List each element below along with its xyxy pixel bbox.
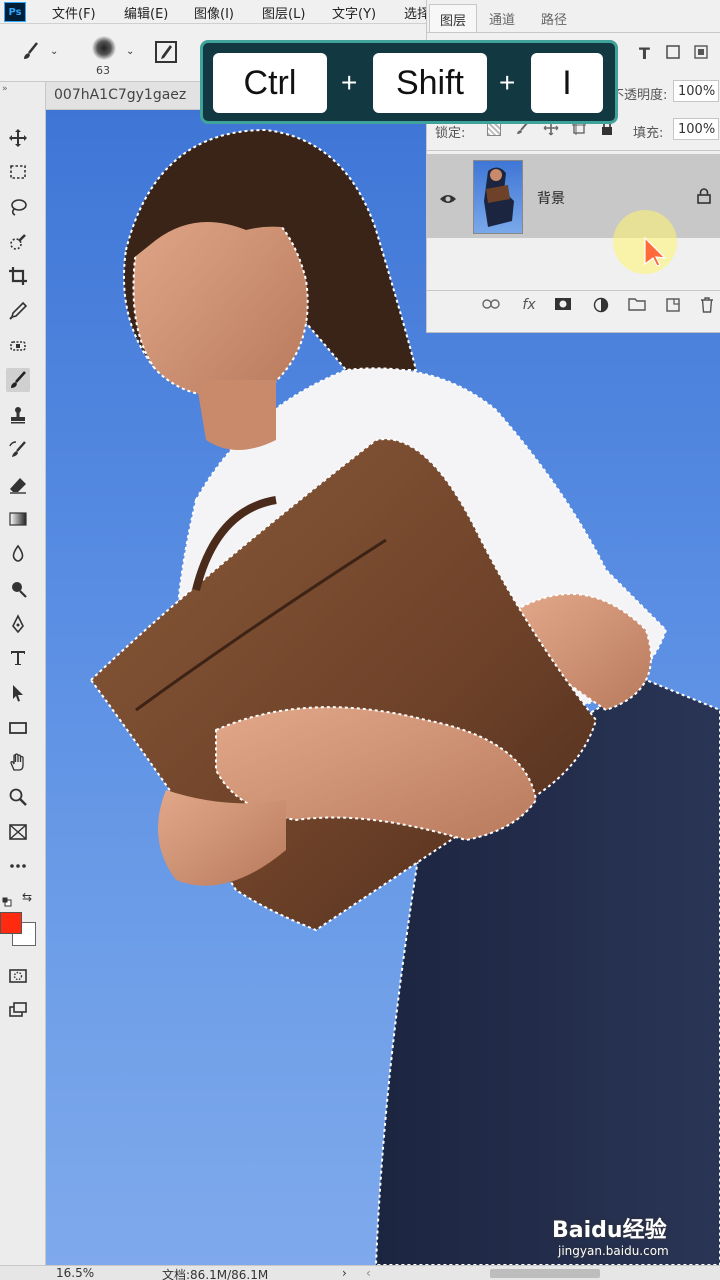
tools-panel: » ⇆ [0,82,46,1280]
layer-lock-icon [697,188,711,208]
foreground-color-swatch[interactable] [0,912,22,934]
hand-tool-icon[interactable] [6,750,30,774]
collapse-panel-icon[interactable]: » [2,84,8,94]
horizontal-scrollbar[interactable] [490,1269,600,1278]
baidu-watermark: Baidu经验 jingyan.baidu.com [552,1200,720,1270]
watermark-brand: Baidu经验 [552,1218,667,1243]
fill-field[interactable]: 100% [673,118,719,140]
watermark-url: jingyan.baidu.com [558,1244,669,1258]
lasso-tool-icon[interactable] [6,195,30,219]
key-i: I [531,53,603,113]
layer-row-background[interactable]: 背景 [427,154,720,274]
menu-file[interactable]: 文件(F) [52,3,96,22]
blur-tool-icon[interactable] [6,542,30,566]
tab-channels[interactable]: 通道 [479,4,525,32]
shape-filter-icon[interactable] [665,44,681,64]
gradient-tool-icon[interactable] [6,507,30,531]
status-expand-icon[interactable]: › [342,1266,347,1280]
scroll-left-icon[interactable]: ‹ [366,1266,371,1280]
smart-object-filter-icon[interactable] [693,44,709,64]
chevron-down-icon[interactable]: ⌄ [126,46,134,57]
eraser-tool-icon[interactable] [6,473,30,497]
tab-paths[interactable]: 路径 [531,4,577,32]
menu-image[interactable]: 图像(I) [194,3,234,22]
zoom-tool-icon[interactable] [6,785,30,809]
key-shift: Shift [373,53,487,113]
document-tab[interactable]: 007hA1C7gy1gaez [54,87,186,103]
more-tools-icon[interactable] [6,854,30,878]
layer-style-fx-icon[interactable]: fx [519,297,539,317]
document-size: 文档:86.1M/86.1M [162,1268,269,1280]
panel-footer-divider [427,290,720,291]
opacity-field[interactable]: 100% [673,80,719,102]
brush-tool-icon[interactable] [6,368,30,392]
brush-size-value: 63 [96,64,110,77]
add-mask-icon[interactable] [553,297,573,317]
menu-type[interactable]: 文字(Y) [332,3,376,22]
link-layers-icon[interactable] [481,297,501,317]
type-tool-icon[interactable] [6,646,30,670]
eyedropper-tool-icon[interactable] [6,299,30,323]
photoshop-logo: Ps [4,2,26,22]
default-colors-icon[interactable] [2,892,12,907]
menu-edit[interactable]: 编辑(E) [124,3,168,22]
eye-visibility-icon[interactable] [439,190,457,209]
neck-shape [196,380,276,450]
brush-settings-panel-icon[interactable] [154,40,178,68]
keyboard-shortcut-overlay: Ctrl + Shift + I [200,40,618,124]
type-filter-icon[interactable]: T [639,44,650,63]
tab-layers[interactable]: 图层 [429,4,478,32]
quick-selection-tool-icon[interactable] [6,230,30,254]
lock-label: 锁定: [435,126,466,141]
layer-name[interactable]: 背景 [537,188,565,208]
quick-mask-icon[interactable] [6,964,30,988]
key-ctrl: Ctrl [213,53,327,113]
tab-divider [427,32,720,33]
brush-size-preview-icon[interactable] [92,36,116,60]
rectangle-tool-icon[interactable] [6,716,30,740]
new-layer-icon[interactable] [663,297,683,317]
menu-layer[interactable]: 图层(L) [262,3,305,22]
screen-mode-icon[interactable] [6,998,30,1022]
fill-label: 填充: [633,126,664,141]
new-group-folder-icon[interactable] [627,297,647,317]
path-selection-tool-icon[interactable] [6,681,30,705]
plus-sign: + [341,67,358,98]
history-brush-tool-icon[interactable] [6,438,30,462]
zoom-level[interactable]: 16.5% [56,1266,94,1280]
opacity-label: 不透明度: [611,88,668,103]
chevron-down-icon[interactable]: ⌄ [50,46,58,57]
brush-tool-preset-icon[interactable] [20,40,42,66]
lock-transparent-pixels-icon[interactable] [487,122,501,136]
cursor-arrow-icon [643,236,667,270]
clone-stamp-tool-icon[interactable] [6,403,30,427]
panel-divider [427,150,720,151]
healing-brush-tool-icon[interactable] [6,334,30,358]
swap-colors-icon[interactable]: ⇆ [22,890,32,904]
move-tool-icon[interactable] [6,126,30,150]
delete-layer-icon[interactable] [697,297,717,317]
pen-tool-icon[interactable] [6,612,30,636]
marquee-tool-icon[interactable] [6,160,30,184]
frame-tool-icon[interactable] [6,820,30,844]
crop-tool-icon[interactable] [6,264,30,288]
plus-sign: + [499,67,516,98]
layer-thumbnail [473,160,523,234]
dodge-tool-icon[interactable] [6,577,30,601]
adjustment-layer-icon[interactable] [591,297,611,317]
